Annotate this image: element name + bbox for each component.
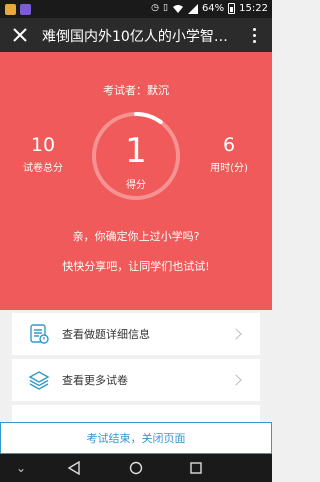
home-icon (129, 461, 143, 475)
back-icon (67, 461, 80, 475)
result-panel: 考试者：默沉 10 试卷总分 1 得分 6 用时(分) 亲，你确定你上过小学吗?… (0, 52, 272, 310)
more-dot (252, 39, 256, 43)
chevron-right-icon (230, 328, 242, 340)
notification-icons (5, 4, 31, 15)
view-details-label: 查看做题详细信息 (62, 328, 150, 341)
result-message: 亲，你确定你上过小学吗? (72, 230, 200, 243)
score-value: 1 (125, 131, 147, 171)
view-more-papers-label: 查看更多试卷 (62, 374, 128, 387)
app-notification-icon (5, 4, 16, 15)
more-dot (252, 27, 256, 31)
signal-icon (187, 3, 198, 14)
clock-icon: ◷ (151, 3, 159, 13)
app-notification-icon (20, 4, 31, 15)
share-prompt: 快快分享吧，让同学们也试试! (62, 260, 210, 273)
chevron-right-icon (230, 374, 242, 386)
back-button[interactable] (65, 459, 83, 477)
more-dot (252, 33, 256, 37)
page-title: 难倒国内外10亿人的小学智… (42, 29, 228, 45)
more-options-button[interactable] (244, 23, 264, 47)
navigation-bar: ⌄ (0, 454, 272, 482)
layers-icon (28, 371, 50, 390)
battery-percent: 64% (201, 3, 225, 14)
view-more-papers-item[interactable]: 查看更多试卷 (12, 359, 260, 401)
recent-apps-button[interactable] (187, 459, 205, 477)
clock-time: 15:22 (239, 3, 268, 14)
end-exam-button[interactable]: 考试结束，关闭页面 (0, 422, 272, 454)
document-detail-icon (30, 324, 49, 344)
total-score-label: 试卷总分 (23, 163, 63, 174)
status-bar: ◷ ▯ 64% 15:22 (0, 0, 272, 18)
close-button[interactable] (8, 23, 32, 47)
status-indicators: ◷ ▯ 64% 15:22 (151, 3, 268, 14)
time-used-label: 用时(分) (210, 163, 248, 174)
score-label: 得分 (126, 180, 146, 191)
vibrate-icon: ▯ (162, 3, 168, 13)
title-bar: 难倒国内外10亿人的小学智… (0, 18, 272, 52)
recent-apps-icon (190, 462, 202, 474)
view-details-item[interactable]: 查看做题详细信息 (12, 313, 260, 355)
time-used-value: 6 (222, 134, 236, 156)
wifi-icon (172, 4, 183, 13)
total-score-stat: 10 试卷总分 (8, 134, 78, 174)
examinee-name: 考试者：默沉 (103, 84, 169, 97)
time-used-stat: 6 用时(分) (194, 134, 264, 174)
battery-icon (228, 3, 236, 14)
total-score-value: 10 (30, 134, 56, 156)
home-button[interactable] (127, 459, 145, 477)
keyboard-icon[interactable]: ⌄ (12, 459, 30, 477)
close-icon (13, 28, 27, 42)
